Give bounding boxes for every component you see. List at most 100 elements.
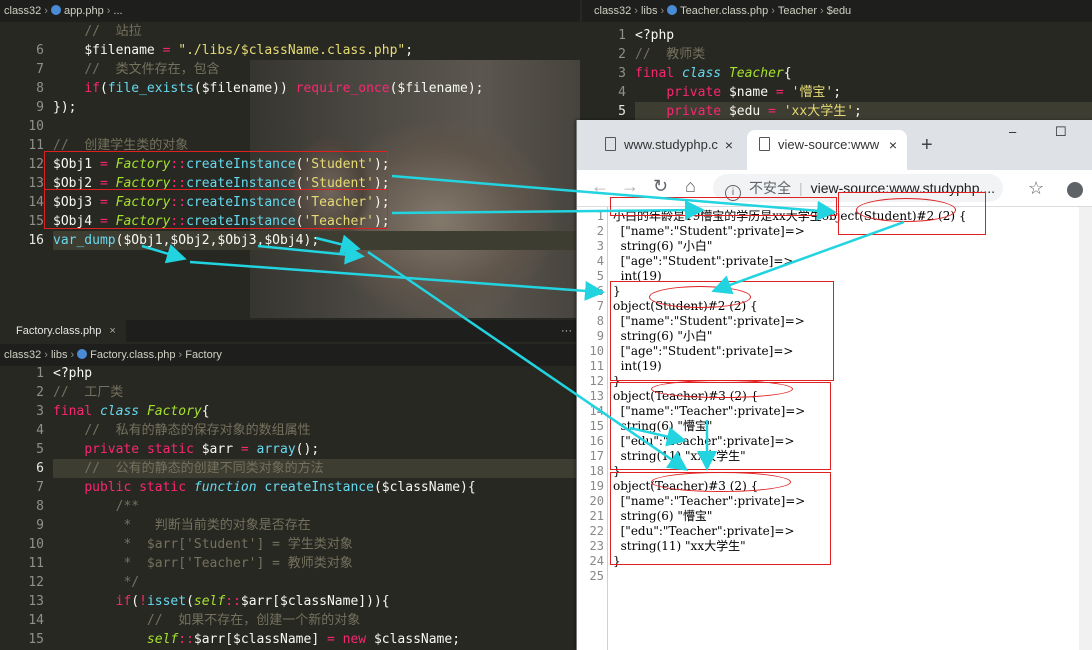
line-number-text: 7 [36,480,44,495]
source-line-number: 11 [589,359,604,373]
source-line-number: 25 [589,569,604,583]
app-breadcrumb[interactable]: class32 › app.php ›... [0,0,580,22]
document-icon [759,137,770,151]
close-tab-icon[interactable]: × [725,130,733,160]
line-number: 12 [0,573,44,592]
crumb-folder[interactable]: libs [51,349,68,361]
line-number: 3 [582,64,626,83]
line-number-text: 6 [36,43,44,58]
line-number: 13 [0,174,44,193]
line-number-text: 10 [28,119,44,134]
code-line[interactable]: // 站拉 [53,22,141,41]
source-line-number: 2 [596,224,604,238]
close-icon[interactable]: × [109,325,115,337]
source-line-number: 3 [596,239,604,253]
code-line[interactable]: private $edu = 'xx大学生'; [635,102,1092,121]
code-line[interactable]: * $arr['Student'] = 学生类对象 [53,535,352,554]
minimize-button[interactable]: – [1009,124,1016,139]
line-number-text: 1 [36,366,44,381]
crumb-symbol[interactable]: Factory [185,349,222,361]
code-line[interactable]: <?php [635,26,674,45]
code-line[interactable]: }); [53,98,76,117]
code-line[interactable]: var_dump($Obj1,$Obj2,$Obj3,$Obj4); [53,231,580,250]
code-line[interactable]: if(!isset(self::$arr[$className])){ [53,592,390,611]
code-line[interactable]: final class Factory{ [53,402,210,421]
code-line[interactable]: /** [53,497,139,516]
line-number-text: 15 [28,632,44,647]
home-button[interactable]: ⌂ [685,176,696,197]
code-line[interactable]: // 私有的静态的保存对象的数组属性 [53,421,310,440]
code-line[interactable]: if(file_exists($filename)) require_once(… [53,79,483,98]
source-line-number: 24 [589,554,604,568]
crumb-folder[interactable]: class32 [4,5,41,17]
crumb-file[interactable]: app.php [64,5,104,17]
new-tab-button[interactable]: + [921,134,933,157]
code-line[interactable]: // 工厂类 [53,383,123,402]
code-line[interactable]: <?php [53,364,92,383]
annotation-ellipse-3 [651,380,793,398]
annotation-ellipse-1 [856,198,956,222]
bookmark-star-icon[interactable]: ☆ [1028,178,1044,199]
code-line[interactable]: // 如果不存在，创建一个新的对象 [53,611,360,630]
source-line-number: 17 [589,449,604,463]
code-line[interactable]: public static function createInstance($c… [53,478,475,497]
line-number: 8 [0,79,44,98]
line-number-text: 2 [36,385,44,400]
close-tab-icon[interactable]: × [889,130,897,160]
code-line[interactable]: // 公有的静态的创建不同类对象的方法 [53,459,578,478]
crumb-folder[interactable]: class32 [594,5,631,17]
more-icon[interactable]: ··· [561,320,572,342]
source-line-number: 14 [589,404,604,418]
line-number: 10 [0,117,44,136]
insecure-label: 不安全 [749,180,791,196]
forward-button[interactable]: → [621,176,639,197]
source-line-number: 6 [596,284,604,298]
code-line[interactable]: * 判断当前类的对象是否存在 [53,516,310,535]
code-line[interactable]: private static $arr = array(); [53,440,319,459]
reload-button[interactable]: ↻ [653,176,668,197]
line-number: 11 [0,136,44,155]
line-number-text: 8 [36,499,44,514]
crumb-file[interactable]: Teacher.class.php [680,5,768,17]
line-number-text: 7 [36,62,44,77]
code-line[interactable]: */ [53,573,139,592]
factory-code-area[interactable]: 1 <?php 2 // 工厂类 3 final class Factory{4 // 私… [0,364,578,650]
line-number-text: 4 [36,423,44,438]
source-line-number: 1 [596,209,604,223]
teacher-code-area[interactable]: 1 <?php 2 // 教师类 3 final class Teacher{4 priv… [582,26,1092,122]
code-line[interactable]: * $arr['Teacher'] = 教师类对象 [53,554,352,573]
line-number: 15 [0,630,44,649]
code-line[interactable]: // 教师类 [635,45,705,64]
crumb-folder[interactable]: class32 [4,349,41,361]
source-line-number: 19 [589,479,604,493]
browser-tab-2[interactable]: view-source:www × [747,130,907,170]
tab-factory[interactable]: Factory.class.php × [0,320,126,342]
line-number-text: 13 [28,594,44,609]
teacher-breadcrumb[interactable]: class32 › libs › Teacher.class.php › Teacher › $… [582,0,1092,22]
annotation-box-line1-text [610,197,837,216]
code-line[interactable]: $filename = "./libs/$className.class.php… [53,41,413,60]
crumb-folder[interactable]: libs [641,5,658,17]
account-avatar[interactable] [1067,182,1083,198]
source-line-number: 5 [596,269,604,283]
factory-breadcrumb[interactable]: class32 › libs › Factory.class.php › Factory [0,344,578,366]
crumb-symbol[interactable]: $edu [827,5,851,17]
factory-editor-pane: Factory.class.php × ··· class32 › libs › Fact… [0,320,578,650]
browser-tab-1[interactable]: www.studyphp.c × [593,130,743,170]
source-line-number: 22 [589,524,604,538]
scrollbar[interactable] [1079,207,1092,650]
line-number-text: 12 [28,575,44,590]
code-line[interactable]: final class Teacher{ [635,64,792,83]
crumb-more[interactable]: ... [113,5,122,17]
source-line-number: 10 [589,344,604,358]
crumb-file[interactable]: Factory.class.php [90,349,175,361]
line-number: 9 [0,98,44,117]
source-line-number: 4 [596,254,604,268]
code-line[interactable]: // 类文件存在，包含 [53,60,219,79]
code-line[interactable]: self::$arr[$className] = new $className; [53,630,460,649]
code-line[interactable]: private $name = '懵宝'; [635,83,841,102]
maximize-button[interactable]: ☐ [1055,124,1067,140]
source-line: string(6) "小白" [613,239,713,253]
crumb-symbol[interactable]: Teacher [778,5,817,17]
back-button[interactable]: ← [591,176,609,197]
